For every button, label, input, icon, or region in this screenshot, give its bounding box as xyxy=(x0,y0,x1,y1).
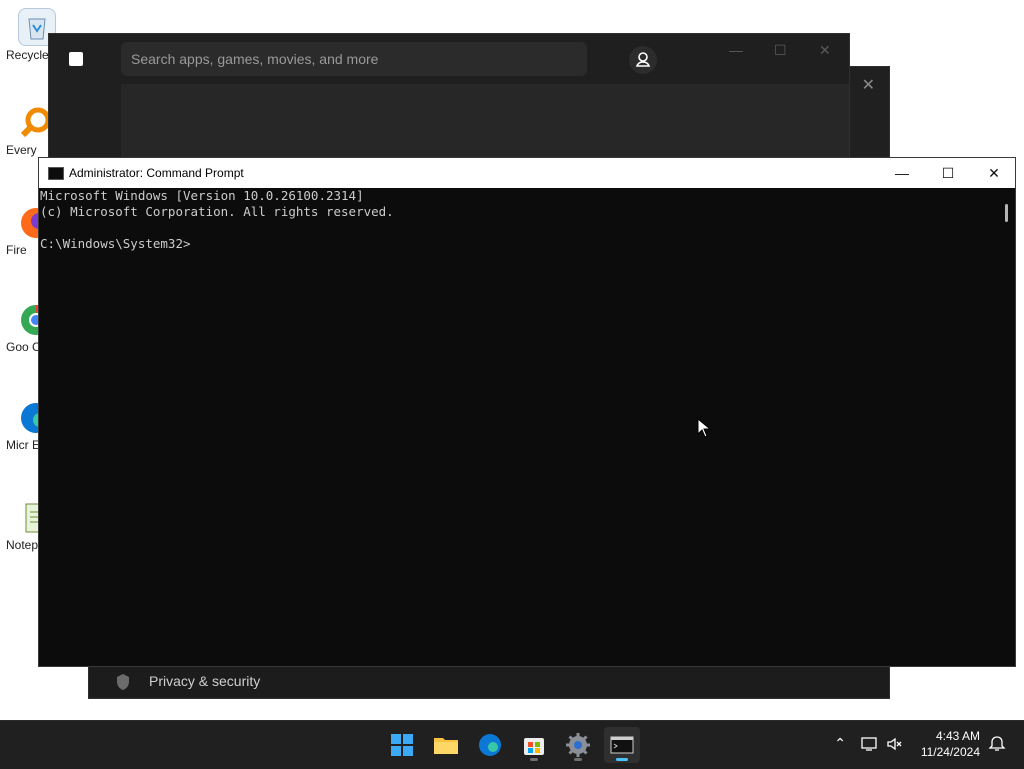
taskbar-edge[interactable] xyxy=(472,727,508,763)
chevron-up-icon[interactable]: ⌃ xyxy=(830,735,846,752)
maximize-button[interactable]: ☐ xyxy=(925,158,971,188)
edge-icon xyxy=(479,734,501,756)
console-line: (c) Microsoft Corporation. All rights re… xyxy=(40,204,394,219)
profile-button[interactable] xyxy=(629,46,657,74)
running-indicator xyxy=(530,758,538,761)
notification-bell-icon[interactable] xyxy=(988,735,1006,753)
windows-start-icon xyxy=(391,734,413,756)
taskbar-command-prompt[interactable] xyxy=(604,727,640,763)
mouse-pointer-icon xyxy=(697,418,711,438)
console-output[interactable]: Microsoft Windows [Version 10.0.26100.23… xyxy=(39,188,999,666)
network-icon[interactable] xyxy=(860,735,878,753)
sidebar-item-label: Privacy & security xyxy=(149,673,261,689)
taskbar: ⌃ 4:43 AM 11/24/2024 xyxy=(0,720,1024,769)
taskbar-microsoft-store[interactable] xyxy=(516,727,552,763)
terminal-icon xyxy=(48,167,64,180)
close-button[interactable]: ✕ xyxy=(819,42,831,59)
sidebar-item-privacy-security[interactable]: Privacy & security xyxy=(89,667,889,697)
scrollbar-thumb[interactable] xyxy=(1005,204,1008,222)
running-indicator xyxy=(574,758,582,761)
maximize-button[interactable]: ☐ xyxy=(774,42,787,59)
console-prompt: C:\Windows\System32> xyxy=(40,236,191,251)
volume-muted-icon[interactable] xyxy=(886,735,904,753)
taskbar-file-explorer[interactable] xyxy=(428,727,464,763)
clock-time[interactable]: 4:43 AM xyxy=(910,729,980,743)
minimize-button[interactable]: — xyxy=(879,158,925,188)
window-title: Administrator: Command Prompt xyxy=(69,166,244,180)
user-icon xyxy=(635,52,651,67)
close-button[interactable]: ✕ xyxy=(971,158,1017,188)
scrollbar[interactable] xyxy=(999,188,1015,666)
shield-icon xyxy=(115,673,131,691)
command-prompt-window[interactable]: Administrator: Command Prompt — ☐ ✕ Micr… xyxy=(38,157,1016,667)
clock-date[interactable]: 11/24/2024 xyxy=(910,745,980,759)
title-bar[interactable]: Administrator: Command Prompt — ☐ ✕ xyxy=(39,158,1015,188)
folder-icon xyxy=(434,738,458,754)
minimize-button[interactable]: — xyxy=(729,42,743,58)
store-icon xyxy=(69,52,83,66)
close-icon[interactable]: ✕ xyxy=(862,75,875,95)
search-input[interactable]: Search apps, games, movies, and more xyxy=(121,42,587,76)
console-line: Microsoft Windows [Version 10.0.26100.23… xyxy=(40,188,364,203)
start-button[interactable] xyxy=(384,727,420,763)
taskbar-settings[interactable] xyxy=(560,727,596,763)
active-indicator xyxy=(616,758,628,761)
